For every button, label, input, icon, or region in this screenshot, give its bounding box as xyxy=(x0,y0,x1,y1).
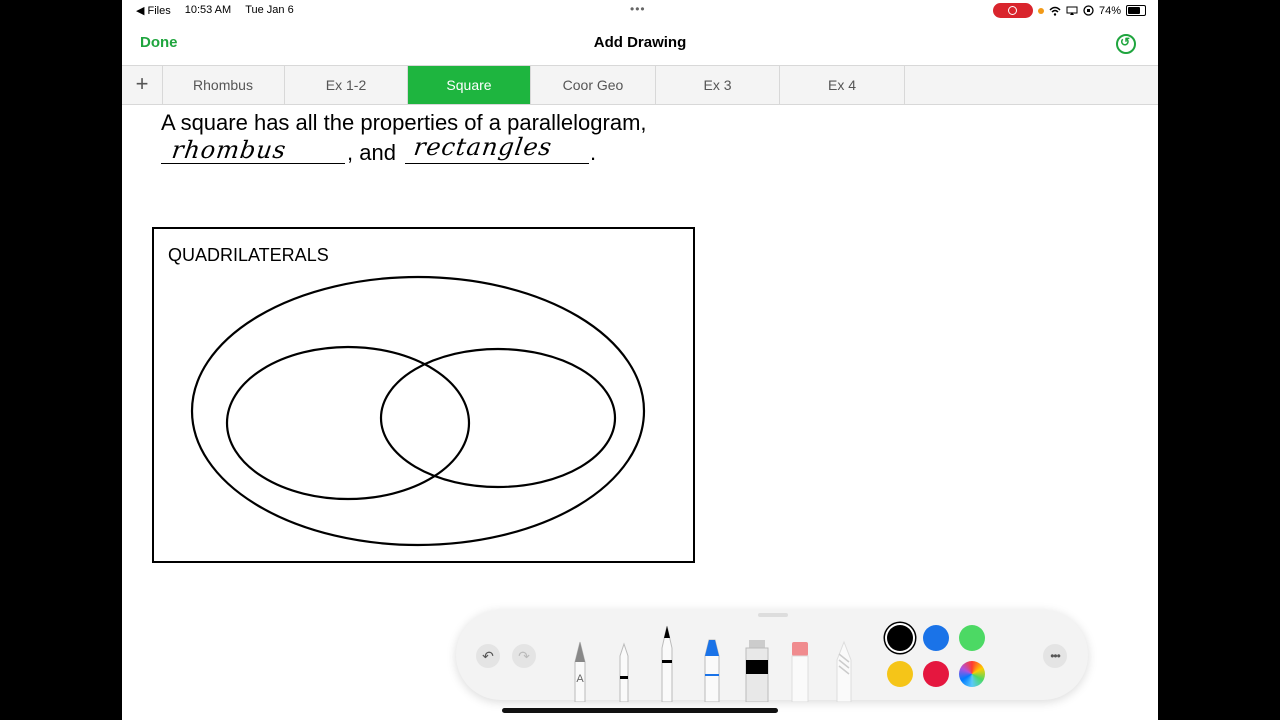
pen-letter: A xyxy=(576,673,584,685)
wifi-icon xyxy=(1049,6,1061,16)
orientation-lock-icon xyxy=(1083,5,1094,16)
color-swatch-green[interactable] xyxy=(959,625,985,651)
color-swatch-yellow[interactable] xyxy=(887,661,913,687)
handwritten-answer-1: rhombus xyxy=(170,136,289,164)
revert-icon[interactable] xyxy=(1116,34,1136,54)
add-tab-button[interactable]: + xyxy=(122,66,163,104)
eraser-icon[interactable] xyxy=(789,640,811,702)
page-title: Add Drawing xyxy=(593,34,687,51)
tab-bar: + Rhombus Ex 1-2 Square Coor Geo Ex 3 Ex… xyxy=(122,66,1158,105)
color-swatch-black[interactable] xyxy=(887,625,913,651)
screen-mirroring-icon xyxy=(1066,6,1078,15)
toolbar-grabber[interactable] xyxy=(758,613,788,617)
microphone-indicator-icon xyxy=(1037,7,1044,14)
sentence-and-text: , and xyxy=(347,140,396,165)
sentence-text: A square has all the properties of a par… xyxy=(161,110,647,135)
status-date: Tue Jan 6 xyxy=(245,4,294,16)
tab-square[interactable]: Square xyxy=(408,66,531,104)
color-picker-icon[interactable] xyxy=(959,661,985,687)
watercolor-brush-icon[interactable] xyxy=(743,638,771,702)
venn-title: QUADRILATERALS xyxy=(168,245,329,265)
color-swatch-red[interactable] xyxy=(923,661,949,687)
undo-icon[interactable]: ↶ xyxy=(476,644,500,668)
marker-icon[interactable] xyxy=(700,638,724,702)
handwritten-answer-2: rectangles xyxy=(412,133,555,161)
tab-ex-4[interactable]: Ex 4 xyxy=(780,66,905,104)
navigation-bar: Done Add Drawing xyxy=(122,20,1158,66)
screen-recording-icon[interactable] xyxy=(992,3,1033,18)
back-to-app-link[interactable]: ◀ Files xyxy=(136,4,171,18)
multitasking-dots-icon[interactable]: ••• xyxy=(630,2,646,16)
monoline-pen-icon[interactable]: A xyxy=(570,640,590,702)
right-inner-ellipse xyxy=(379,347,617,489)
status-time: 10:53 AM xyxy=(184,4,232,16)
status-bar: ◀ Files 10:53 AM Tue Jan 6 ••• 74% xyxy=(122,0,1158,20)
tab-rhombus[interactable]: Rhombus xyxy=(162,66,285,104)
lasso-icon[interactable] xyxy=(833,640,855,702)
fineliner-icon[interactable] xyxy=(615,642,633,702)
sentence-period: . xyxy=(590,140,597,165)
quadrilaterals-ellipse xyxy=(190,275,646,547)
screen: ◀ Files 10:53 AM Tue Jan 6 ••• 74% Done … xyxy=(122,0,1158,720)
tab-ex-1-2[interactable]: Ex 1-2 xyxy=(285,66,408,104)
venn-diagram xyxy=(190,275,646,547)
color-swatch-blue[interactable] xyxy=(923,625,949,651)
more-options-icon[interactable]: ••• xyxy=(1043,644,1067,668)
battery-percent: 74% xyxy=(1098,4,1121,17)
answer-blank-2 xyxy=(405,163,589,164)
tab-ex-3[interactable]: Ex 3 xyxy=(656,66,780,104)
venn-diagram-frame: QUADRILATERALS xyxy=(152,227,695,563)
pen-icon[interactable] xyxy=(656,624,678,702)
back-app-label: Files xyxy=(147,4,171,17)
redo-icon[interactable]: ↷ xyxy=(512,644,536,668)
drawing-toolbar: ↶ ↷ A ••• xyxy=(456,610,1088,702)
battery-icon xyxy=(1126,5,1146,16)
home-indicator[interactable] xyxy=(502,708,778,713)
back-arrow-icon: ◀ xyxy=(136,5,145,17)
tab-coor-geo[interactable]: Coor Geo xyxy=(531,66,656,104)
